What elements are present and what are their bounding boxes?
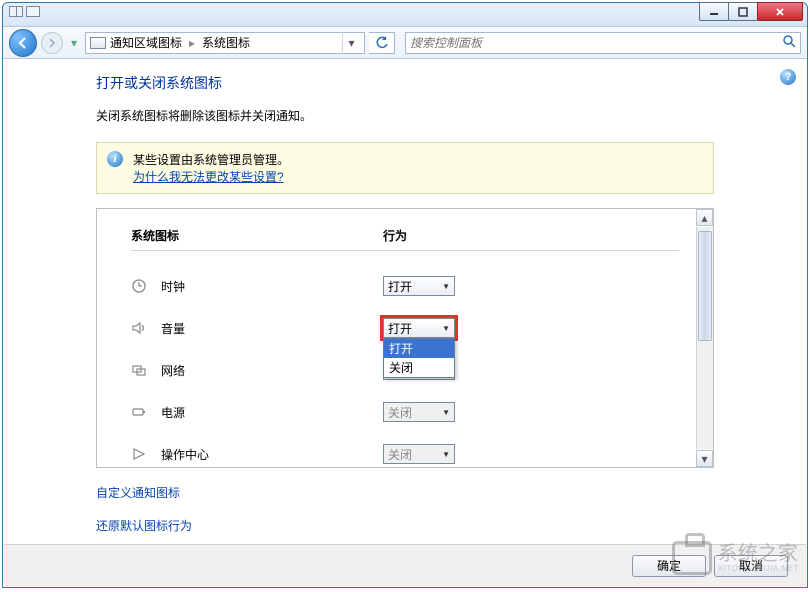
admin-notice-text: 某些设置由系统管理员管理。 <box>133 153 289 167</box>
search-icon[interactable] <box>782 34 796 51</box>
content-area: ? 打开或关闭系统图标 关闭系统图标将删除该图标并关闭通知。 i 某些设置由系统… <box>4 61 806 543</box>
breadcrumb-item[interactable]: 系统图标 <box>202 34 250 51</box>
setting-row: 电源关闭▼ <box>131 391 679 433</box>
ok-button[interactable]: 确定 <box>632 555 706 577</box>
row-label: 网络 <box>161 362 383 379</box>
back-button[interactable] <box>9 29 37 57</box>
row-icon <box>131 320 161 336</box>
header-action: 行为 <box>383 227 407 244</box>
close-button[interactable] <box>757 2 803 21</box>
navigation-bar: ▾ 通知区域图标 ▸ 系统图标 ▾ <box>3 27 807 59</box>
row-label: 操作中心 <box>161 446 383 463</box>
dropdown-option[interactable]: 打开 <box>384 339 454 358</box>
chevron-down-icon: ▼ <box>442 450 450 459</box>
restore-defaults-link[interactable]: 还原默认图标行为 <box>96 517 714 534</box>
setting-row: 时钟打开▼ <box>131 265 679 307</box>
info-icon: i <box>107 151 123 167</box>
settings-table: 系统图标 行为 时钟打开▼音量打开▼打开关闭网络打开▼电源关闭▼操作中心关闭▼ … <box>96 208 714 468</box>
header-system-icon: 系统图标 <box>131 227 383 244</box>
address-dropdown-icon[interactable]: ▾ <box>342 32 360 54</box>
chevron-down-icon: ▼ <box>442 324 450 333</box>
row-icon <box>131 362 161 378</box>
row-label: 电源 <box>161 404 383 421</box>
setting-row: 音量打开▼打开关闭 <box>131 307 679 349</box>
scroll-up-icon[interactable]: ▴ <box>696 209 713 226</box>
breadcrumb-item[interactable]: 通知区域图标 <box>110 34 182 51</box>
address-bar[interactable]: 通知区域图标 ▸ 系统图标 ▾ <box>85 32 365 54</box>
admin-notice: i 某些设置由系统管理员管理。 为什么我无法更改某些设置? <box>96 142 714 194</box>
scrollbar[interactable]: ▴ ▾ <box>696 227 713 449</box>
page-title: 打开或关闭系统图标 <box>96 73 714 93</box>
behavior-dropdown[interactable]: 打开▼ <box>383 318 455 338</box>
behavior-dropdown[interactable]: 打开▼ <box>383 276 455 296</box>
addressbar-icon <box>90 37 106 49</box>
row-icon <box>131 404 161 420</box>
chevron-down-icon: ▼ <box>442 408 450 417</box>
forward-button[interactable] <box>41 32 63 54</box>
setting-row: 操作中心关闭▼ <box>131 433 679 475</box>
admin-notice-link[interactable]: 为什么我无法更改某些设置? <box>133 170 284 184</box>
dropdown-option[interactable]: 关闭 <box>384 358 454 377</box>
help-icon[interactable]: ? <box>780 69 796 85</box>
scroll-down-icon[interactable]: ▾ <box>696 450 713 467</box>
row-label: 音量 <box>161 320 383 337</box>
minimize-button[interactable] <box>699 2 729 21</box>
row-icon <box>131 446 161 462</box>
search-box[interactable] <box>405 32 801 54</box>
row-icon <box>131 278 161 294</box>
dropdown-menu[interactable]: 打开关闭 <box>383 338 455 378</box>
button-bar: 确定 取消 <box>4 544 806 586</box>
scroll-thumb[interactable] <box>698 231 712 341</box>
page-subtitle: 关闭系统图标将删除该图标并关闭通知。 <box>96 107 714 124</box>
maximize-button[interactable] <box>728 2 758 21</box>
titlebar-icon <box>9 6 40 17</box>
history-dropdown-icon[interactable]: ▾ <box>67 29 81 57</box>
row-label: 时钟 <box>161 278 383 295</box>
titlebar <box>3 3 807 27</box>
refresh-button[interactable] <box>369 32 395 54</box>
cancel-button[interactable]: 取消 <box>714 555 788 577</box>
breadcrumb-separator-icon: ▸ <box>189 36 195 50</box>
behavior-dropdown: 关闭▼ <box>383 402 455 422</box>
search-input[interactable] <box>410 36 782 50</box>
chevron-down-icon: ▼ <box>442 282 450 291</box>
behavior-dropdown: 关闭▼ <box>383 444 455 464</box>
